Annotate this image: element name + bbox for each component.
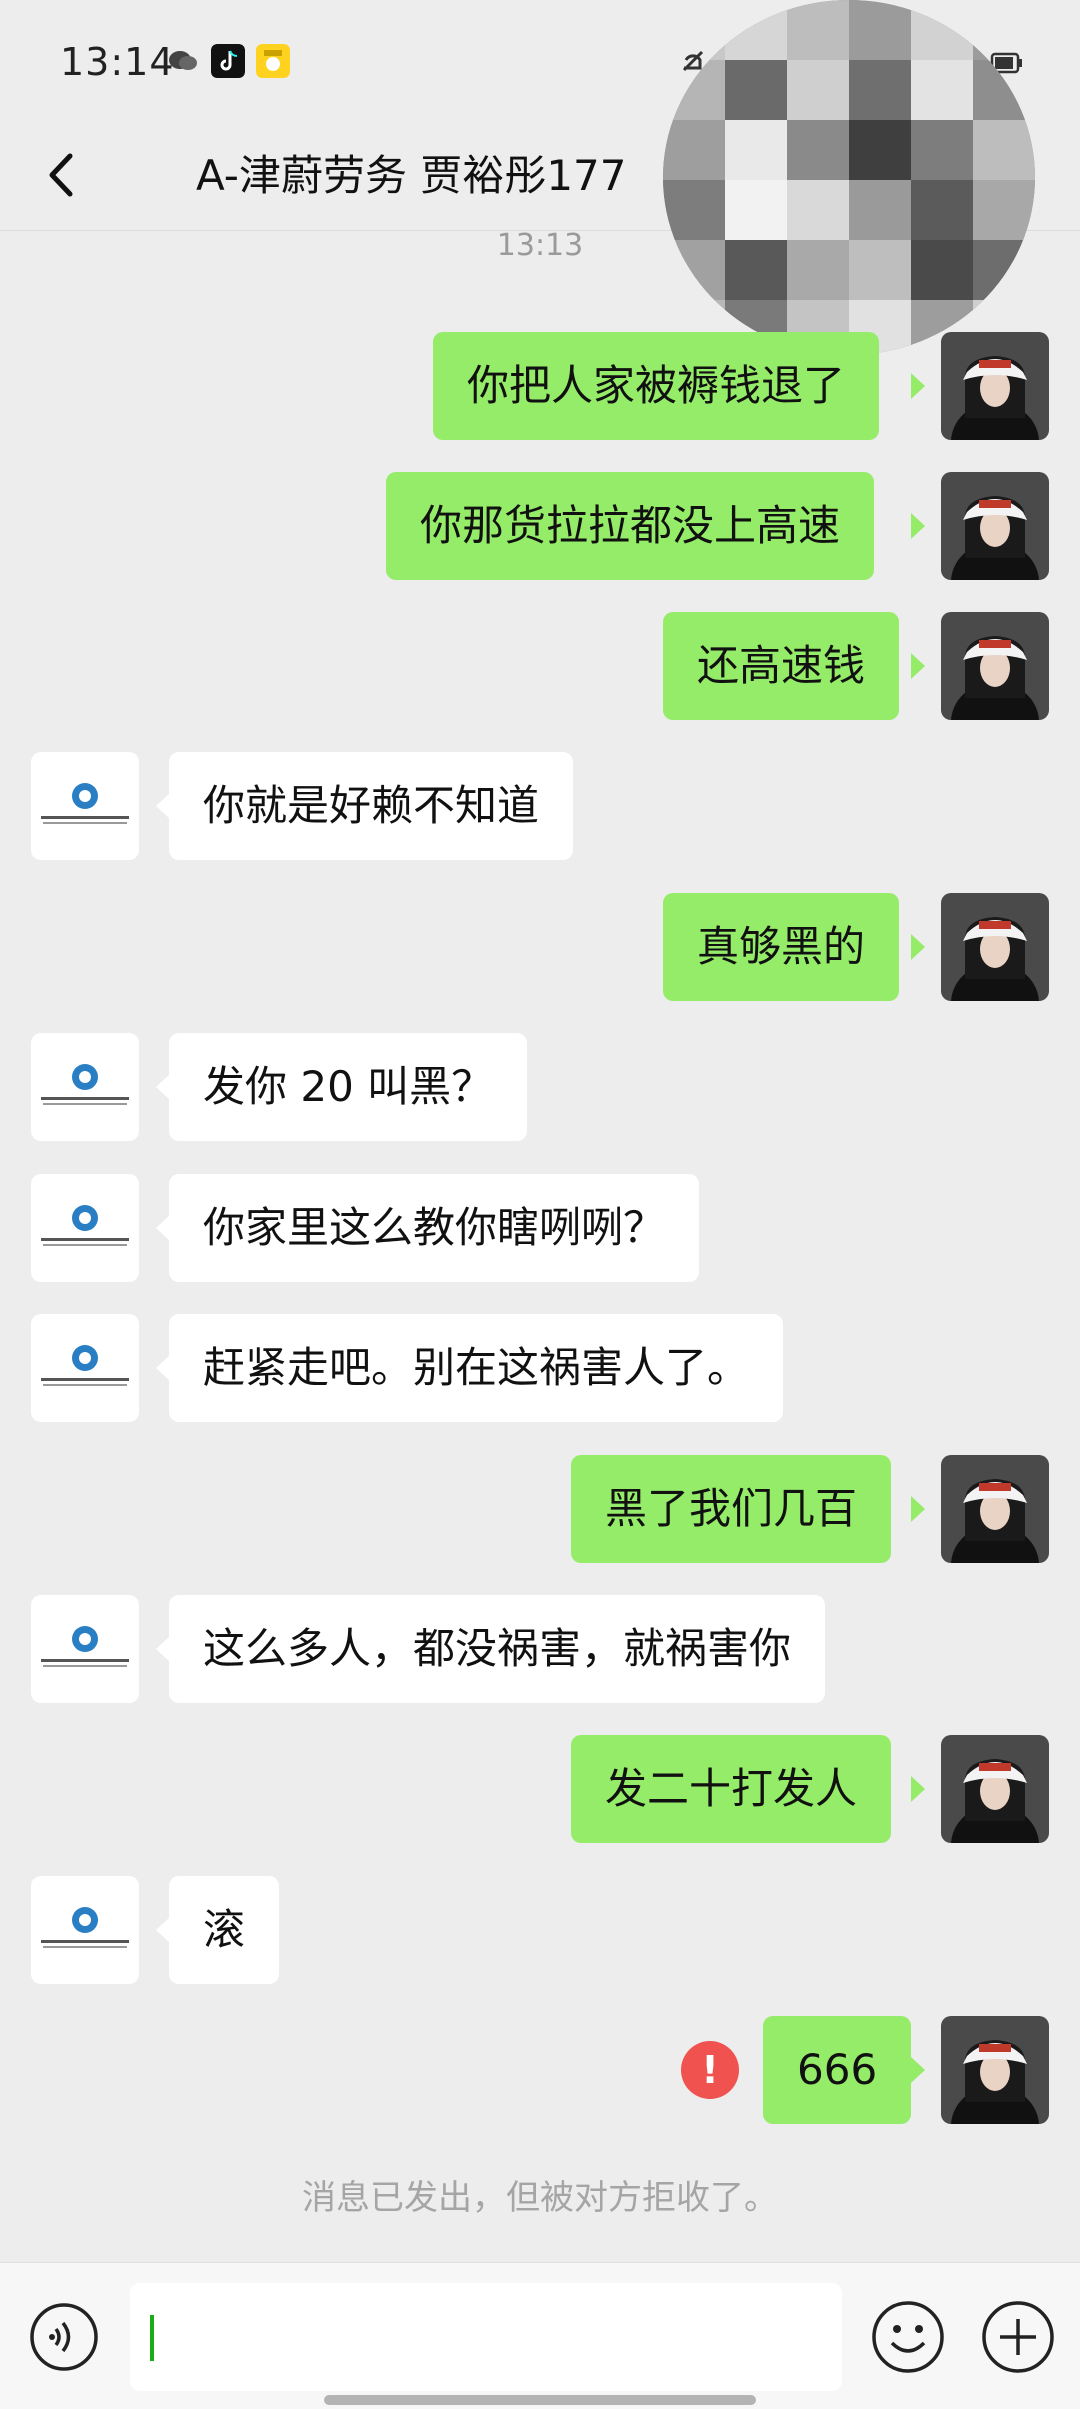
contact-message-bubble[interactable]: 你就是好赖不知道 [169,752,574,860]
pixelated-privacy-overlay [663,0,1035,355]
my-message-bubble[interactable]: 666 [763,2016,912,2124]
bubble-tail [156,1917,170,1943]
my-avatar[interactable] [941,2016,1049,2124]
contact-message-bubble[interactable]: 发你 20 叫黑？ [169,1033,528,1141]
bubble-tail [911,934,925,960]
my-avatar[interactable] [941,1735,1049,1843]
voice-icon[interactable] [28,2301,100,2373]
user-photo-icon [941,472,1049,580]
contact-avatar[interactable] [31,1595,139,1703]
user-photo-icon [941,332,1049,440]
bubble-tail [911,653,925,679]
bubble-tail [911,1776,925,1802]
chat-timestamp: 13:13 [496,228,584,263]
text-cursor [150,2315,154,2361]
company-logo-icon [31,1174,139,1282]
company-logo-icon [31,1033,139,1141]
contact-avatar[interactable] [31,752,139,860]
bubble-tail [911,373,925,399]
back-arrow-icon[interactable] [30,140,100,210]
message-rejected-notice: 消息已发出，但被对方拒收了。 [302,2178,778,2218]
my-avatar[interactable] [941,332,1049,440]
my-message-bubble[interactable]: 你那货拉拉都没上高速 [386,472,875,580]
my-message-bubble[interactable]: 黑了我们几百 [571,1455,892,1563]
bubble-tail [911,513,925,539]
my-message-bubble[interactable]: 发二十打发人 [571,1735,892,1843]
app-notification-icon [256,44,290,78]
bubble-tail [156,1355,170,1381]
contact-avatar[interactable] [31,1876,139,1984]
user-photo-icon [941,1735,1049,1843]
bubble-tail [156,793,170,819]
bubble-tail [156,1074,170,1100]
bubble-tail [156,1215,170,1241]
bubble-tail [911,1496,925,1522]
user-photo-icon [941,893,1049,1001]
bubble-tail [911,2057,925,2083]
contact-avatar[interactable] [31,1033,139,1141]
tiktok-icon [211,44,245,78]
contact-avatar[interactable] [31,1314,139,1422]
status-time: 13:14 [60,40,175,84]
contact-message-bubble[interactable]: 赶紧走吧。别在这祸害人了。 [169,1314,784,1422]
chat-bubble-status-icon [169,51,197,70]
company-logo-icon [31,1314,139,1422]
user-photo-icon [941,612,1049,720]
send-failed-icon[interactable]: ! [681,2041,739,2099]
plus-icon[interactable] [980,2299,1056,2375]
my-avatar[interactable] [941,472,1049,580]
contact-avatar[interactable] [31,1174,139,1282]
company-logo-icon [31,752,139,860]
company-logo-icon [31,1876,139,1984]
message-input[interactable] [130,2283,842,2391]
emoji-icon[interactable] [870,2299,946,2375]
my-avatar[interactable] [941,893,1049,1001]
my-avatar[interactable] [941,1455,1049,1563]
my-message-bubble[interactable]: 真够黑的 [663,893,900,1001]
contact-message-bubble[interactable]: 你家里这么教你瞎咧咧？ [169,1174,700,1282]
bubble-tail [156,1636,170,1662]
my-message-bubble[interactable]: 你把人家被褥钱退了 [433,332,880,440]
user-photo-icon [941,1455,1049,1563]
company-logo-icon [31,1595,139,1703]
my-avatar[interactable] [941,612,1049,720]
home-indicator[interactable] [324,2395,756,2405]
contact-message-bubble[interactable]: 这么多人，都没祸害，就祸害你 [169,1595,826,1703]
input-bar [0,2262,1080,2409]
my-message-bubble[interactable]: 还高速钱 [663,612,900,720]
user-photo-icon [941,2016,1049,2124]
contact-message-bubble[interactable]: 滚 [169,1876,280,1984]
chat-title: A-津蔚劳务 贾裕彤177 [196,151,627,200]
